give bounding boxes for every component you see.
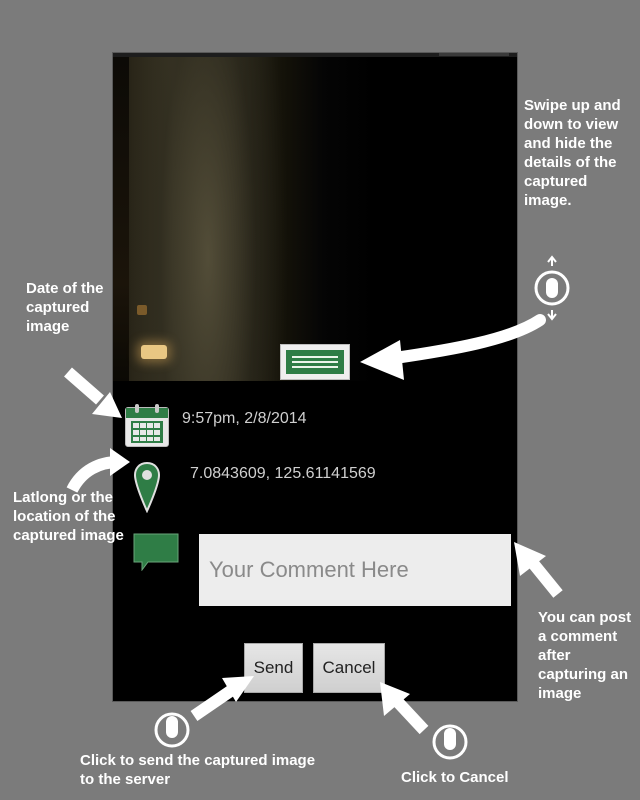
- photo-light: [141, 345, 167, 359]
- comment-annotation: You can post a comment after capturing a…: [538, 609, 632, 702]
- location-pin-icon: [134, 461, 160, 513]
- capture-date-text: 9:57pm, 2/8/2014: [182, 410, 307, 427]
- calendar-icon: [125, 404, 169, 447]
- status-indicator: [439, 53, 509, 56]
- swipe-gesture-icon: [534, 255, 570, 321]
- send-annotation: Click to send the captured image to the …: [80, 752, 316, 788]
- tap-gesture-icon-cancel: [432, 724, 468, 760]
- date-annotation: Date of the captured image: [26, 280, 104, 335]
- tap-gesture-icon-send: [154, 712, 190, 748]
- swipe-annotation: Swipe up and down to view and hide the d…: [524, 97, 621, 209]
- handle-lines-icon: [286, 350, 344, 374]
- send-button[interactable]: Send: [244, 643, 303, 693]
- photo-light-small: [137, 305, 147, 315]
- comment-bubble-icon: [133, 533, 179, 571]
- latlong-annotation: Latlong or the location of the captured …: [13, 489, 124, 544]
- cancel-button[interactable]: Cancel: [313, 643, 385, 693]
- comment-input[interactable]: [199, 534, 511, 606]
- cancel-annotation: Click to Cancel: [401, 769, 509, 786]
- details-toggle-handle[interactable]: [280, 344, 350, 380]
- captured-image-preview[interactable]: [113, 57, 517, 381]
- arrow-to-comment: [514, 542, 563, 598]
- latlong-text: 7.0843609, 125.61141569: [190, 465, 376, 482]
